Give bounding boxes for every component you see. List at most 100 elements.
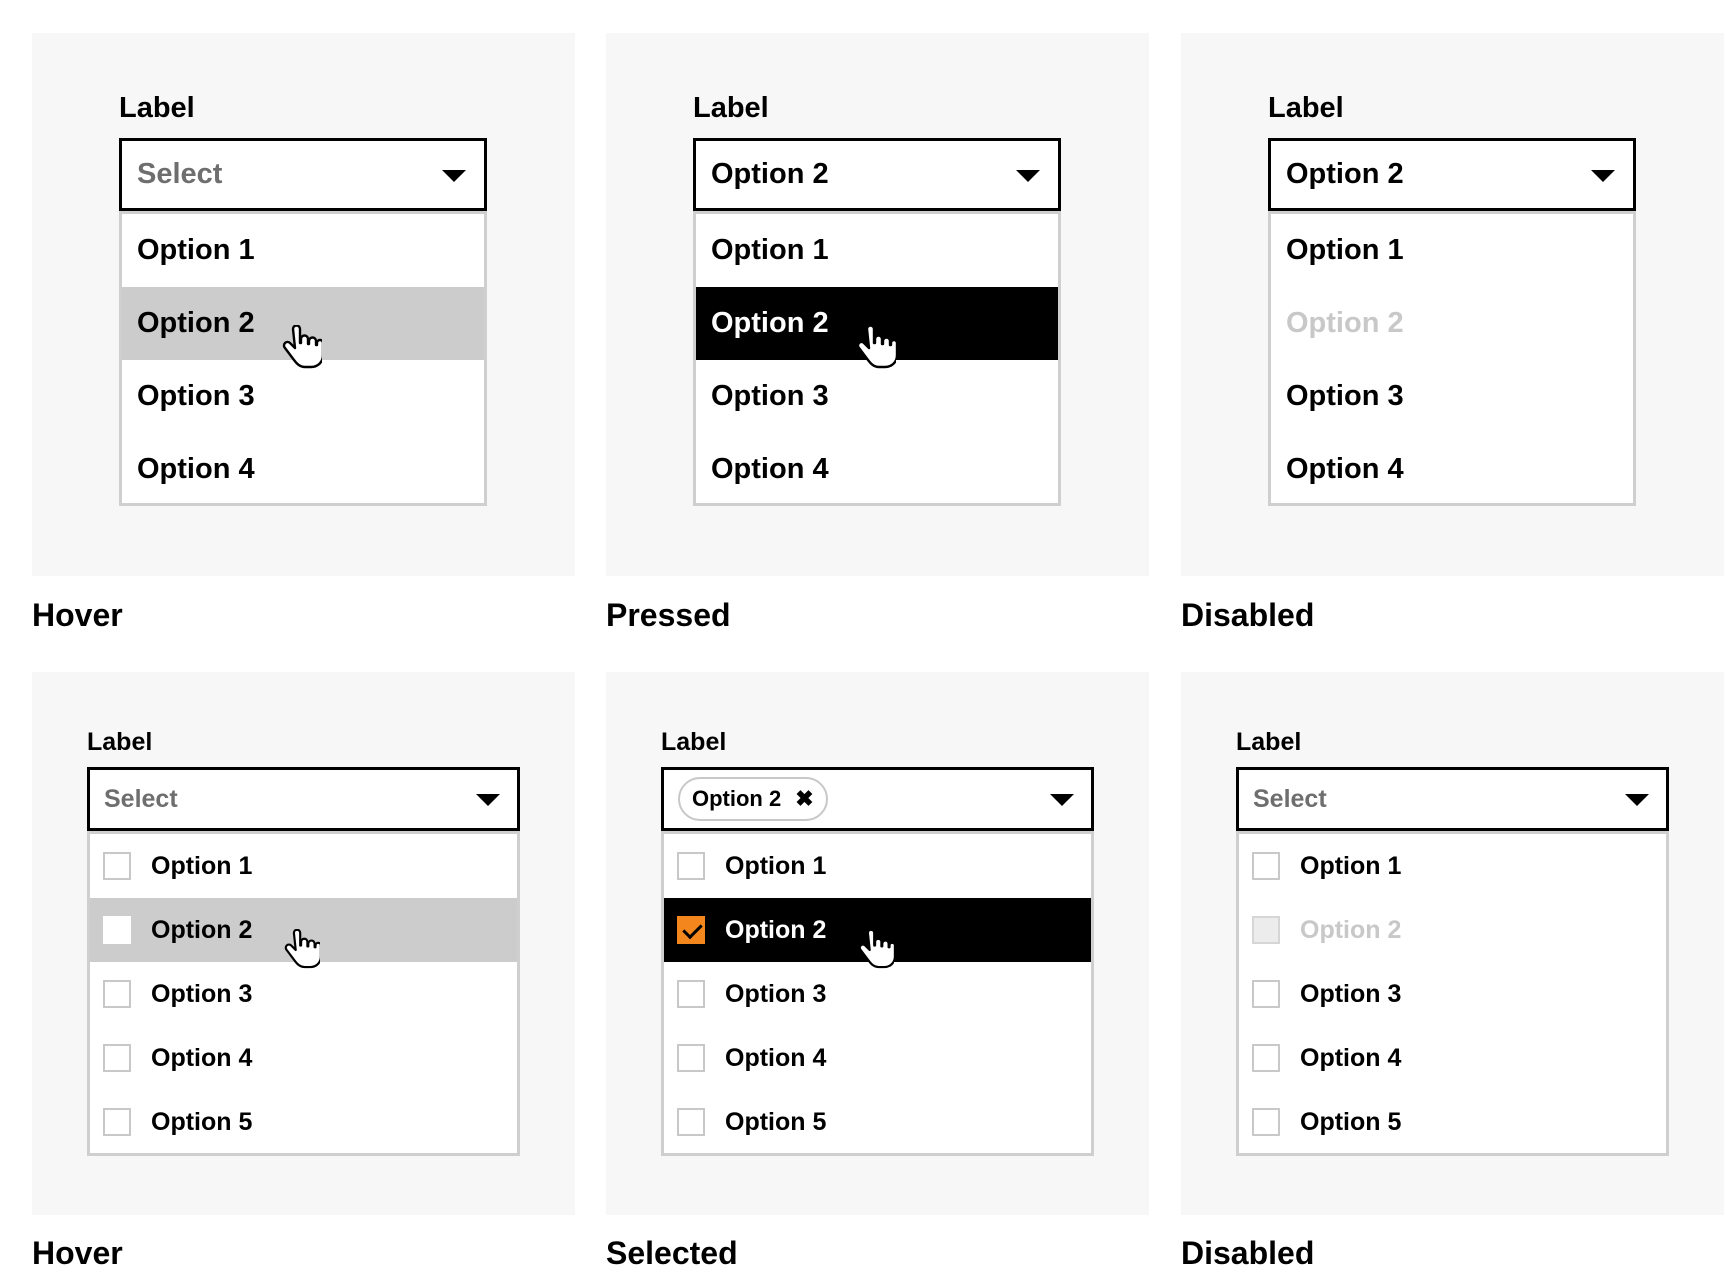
option-label: Option 1	[725, 851, 827, 880]
option-item[interactable]: Option 3	[1271, 360, 1633, 433]
option-label: Option 3	[151, 979, 253, 1008]
field-label: Label	[661, 728, 727, 756]
field-label: Label	[87, 728, 153, 756]
checkbox[interactable]	[677, 1044, 705, 1072]
option-label: Option 2	[725, 915, 827, 944]
chevron-down-icon[interactable]	[1050, 794, 1074, 806]
option-item[interactable]: Option 4	[1271, 433, 1633, 506]
option-item[interactable]: Option 1	[696, 214, 1058, 287]
option-item[interactable]: Option 1	[1239, 834, 1666, 898]
option-item[interactable]: Option 4	[696, 433, 1058, 506]
checkbox[interactable]	[103, 916, 131, 944]
option-label: Option 5	[725, 1107, 827, 1136]
field-label: Label	[119, 92, 195, 124]
chevron-down-icon[interactable]	[1591, 170, 1615, 182]
select-dropdown[interactable]: Option 2 ✖	[661, 767, 1094, 831]
option-item[interactable]: Option 4	[664, 1026, 1091, 1090]
option-item[interactable]: Option 5	[90, 1090, 517, 1154]
option-label: Option 2	[1286, 307, 1404, 339]
panel-disabled-single: Label Option 2 Option 1 Option 2 Option …	[1181, 33, 1724, 576]
option-item[interactable]: Option 5	[1239, 1090, 1666, 1154]
option-label: Option 1	[151, 851, 253, 880]
chevron-down-icon[interactable]	[1016, 170, 1040, 182]
option-label: Option 4	[1300, 1043, 1402, 1072]
chevron-down-icon[interactable]	[442, 170, 466, 182]
option-label: Option 3	[725, 979, 827, 1008]
option-item[interactable]: Option 1	[664, 834, 1091, 898]
panel-selected-multi: Label Option 2 ✖ Option 1 Option 2 Optio…	[606, 672, 1149, 1215]
select-placeholder: Select	[104, 784, 178, 813]
checkbox[interactable]	[1252, 852, 1280, 880]
option-item-selected[interactable]: Option 2	[664, 898, 1091, 962]
options-list: Option 1 Option 2 Option 3 Option 4 Opti…	[87, 831, 520, 1156]
option-item-pressed[interactable]: Option 2	[696, 287, 1058, 360]
panel-caption: Disabled	[1181, 1235, 1315, 1271]
option-item[interactable]: Option 1	[122, 214, 484, 287]
panel-caption: Pressed	[606, 597, 731, 633]
checkbox[interactable]	[677, 980, 705, 1008]
option-label: Option 1	[711, 234, 829, 266]
option-label: Option 1	[1300, 851, 1402, 880]
options-list: Option 1 Option 2 Option 3 Option 4	[119, 211, 487, 506]
checkbox[interactable]	[103, 852, 131, 880]
select-placeholder: Select	[137, 158, 223, 190]
option-label: Option 3	[1300, 979, 1402, 1008]
select-dropdown[interactable]: Select	[119, 138, 487, 211]
option-label: Option 3	[711, 380, 829, 412]
option-item[interactable]: Option 3	[122, 360, 484, 433]
selected-chip[interactable]: Option 2 ✖	[678, 777, 828, 821]
select-dropdown[interactable]: Option 2	[693, 138, 1061, 211]
option-item[interactable]: Option 3	[90, 962, 517, 1026]
option-label: Option 2	[711, 307, 829, 339]
option-label: Option 4	[725, 1043, 827, 1072]
option-label: Option 4	[711, 453, 829, 485]
checkbox[interactable]	[1252, 1108, 1280, 1136]
panel-caption: Hover	[32, 1235, 123, 1271]
checkbox[interactable]	[677, 852, 705, 880]
option-label: Option 1	[1286, 234, 1404, 266]
panel-hover-multi: Label Select Option 1 Option 2 Option 3 …	[32, 672, 575, 1215]
chevron-down-icon[interactable]	[1625, 794, 1649, 806]
option-label: Option 5	[1300, 1107, 1402, 1136]
option-item[interactable]: Option 4	[122, 433, 484, 506]
checkbox-disabled	[1252, 916, 1280, 944]
checkbox[interactable]	[1252, 1044, 1280, 1072]
checkbox[interactable]	[103, 1108, 131, 1136]
option-item[interactable]: Option 3	[1239, 962, 1666, 1026]
select-value: Option 2	[711, 158, 829, 190]
select-placeholder: Select	[1253, 784, 1327, 813]
select-dropdown[interactable]: Option 2	[1268, 138, 1636, 211]
option-label: Option 3	[137, 380, 255, 412]
checkbox[interactable]	[103, 1044, 131, 1072]
field-label: Label	[1236, 728, 1302, 756]
option-label: Option 2	[137, 307, 255, 339]
checkbox[interactable]	[1252, 980, 1280, 1008]
select-value: Option 2	[1286, 158, 1404, 190]
option-item[interactable]: Option 5	[664, 1090, 1091, 1154]
checkbox[interactable]	[103, 980, 131, 1008]
option-item[interactable]: Option 3	[696, 360, 1058, 433]
option-item[interactable]: Option 1	[90, 834, 517, 898]
option-item[interactable]: Option 4	[90, 1026, 517, 1090]
checkbox[interactable]	[677, 1108, 705, 1136]
chip-label: Option 2	[692, 786, 782, 811]
close-icon[interactable]: ✖	[795, 788, 813, 810]
option-item[interactable]: Option 1	[1271, 214, 1633, 287]
field-label: Label	[693, 92, 769, 124]
chevron-down-icon[interactable]	[476, 794, 500, 806]
option-item[interactable]: Option 4	[1239, 1026, 1666, 1090]
option-label: Option 4	[1286, 453, 1404, 485]
option-item-hover[interactable]: Option 2	[122, 287, 484, 360]
select-dropdown[interactable]: Select	[1236, 767, 1669, 831]
select-dropdown[interactable]: Select	[87, 767, 520, 831]
option-item-disabled: Option 2	[1271, 287, 1633, 360]
option-label: Option 4	[137, 453, 255, 485]
checkmark-icon[interactable]	[677, 916, 705, 944]
option-label: Option 3	[1286, 380, 1404, 412]
panel-caption: Disabled	[1181, 597, 1315, 633]
options-list: Option 1 Option 2 Option 3 Option 4	[1268, 211, 1636, 506]
option-item-hover[interactable]: Option 2	[90, 898, 517, 962]
panel-disabled-multi: Label Select Option 1 Option 2 Option 3 …	[1181, 672, 1724, 1215]
option-item[interactable]: Option 3	[664, 962, 1091, 1026]
option-label: Option 1	[137, 234, 255, 266]
